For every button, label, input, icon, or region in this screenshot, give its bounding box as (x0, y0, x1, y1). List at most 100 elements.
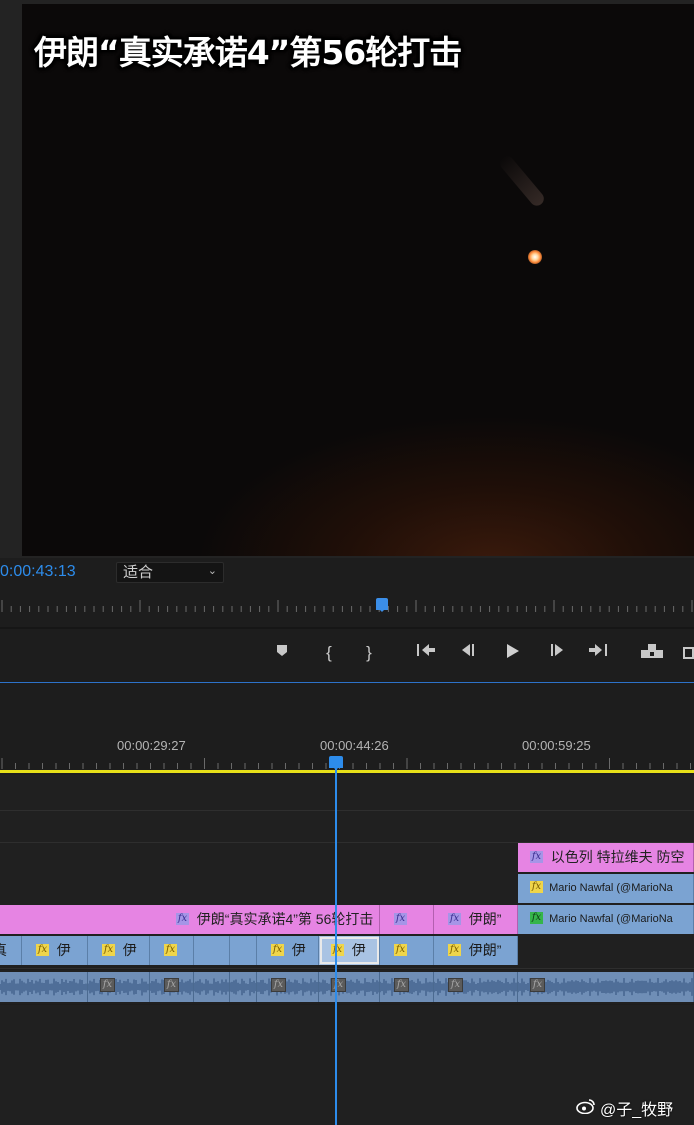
fx-badge-icon: fx (102, 944, 115, 957)
fx-badge-icon: fx (394, 978, 409, 992)
audio-clip[interactable]: fx (434, 972, 518, 1002)
step-forward-icon[interactable] (546, 642, 568, 664)
fx-badge-icon: fx (448, 978, 463, 992)
fx-badge-icon: fx (530, 912, 543, 925)
fx-badge-icon: fx (530, 881, 543, 894)
timeline-panel-border (0, 682, 694, 683)
fx-badge-icon: fx (331, 944, 344, 957)
audio-clip[interactable] (230, 972, 257, 1002)
fx-badge-icon: fx (530, 851, 543, 864)
clip-label: 伊朗” (468, 911, 502, 927)
audio-clip[interactable]: fx (257, 972, 319, 1002)
audio-clip[interactable]: fx (319, 972, 380, 1002)
fx-badge-icon: fx (331, 978, 346, 992)
timeline-playhead-handle[interactable] (329, 756, 343, 770)
ruler-timecode-label: 00:00:29:27 (117, 738, 186, 753)
fx-badge-icon: fx (448, 944, 461, 957)
fx-badge-icon: fx (271, 978, 286, 992)
audio-clip[interactable]: fx (518, 972, 694, 1002)
title-clip[interactable]: fx 以色列 特拉维夫 防空 (518, 843, 694, 872)
fx-badge-icon: fx (36, 944, 49, 957)
video-clip[interactable]: fx (150, 936, 194, 965)
go-to-out-icon[interactable] (586, 642, 610, 664)
clip-label: 伊 (291, 942, 306, 958)
clip-label: 伊 (122, 942, 137, 958)
clip-label: Mario Nawfal (@MarioNa (549, 882, 673, 894)
video-title-overlay: 伊朗“真实承诺4”第56轮打击 (34, 33, 462, 72)
fx-badge-icon: fx (394, 913, 407, 926)
title-clip[interactable]: fx (380, 905, 434, 934)
go-to-in-icon[interactable] (414, 642, 438, 664)
audio-waveform (319, 978, 379, 996)
audio-clip[interactable] (0, 972, 88, 1002)
playhead-timecode[interactable]: 0:00:43:13 (0, 563, 76, 581)
video-clip[interactable]: fx Mario Nawfal (@MarioNa (518, 905, 694, 934)
step-back-icon[interactable] (457, 642, 479, 664)
missile-flare (528, 250, 542, 264)
panel-divider (0, 627, 694, 629)
play-icon[interactable] (501, 642, 523, 664)
audio-waveform (0, 978, 87, 996)
fx-badge-icon: fx (164, 978, 179, 992)
track-row-empty (0, 775, 694, 811)
clip-label: 伊 (56, 942, 71, 958)
chevron-down-icon: ⌄ (207, 565, 217, 577)
video-preview[interactable] (22, 4, 694, 556)
fx-badge-icon: fx (176, 913, 189, 926)
marker-icon[interactable] (274, 642, 290, 664)
track-v1: 真 fx 伊 fx 伊 fx fx 伊 fx 伊 fx fx 伊朗” (0, 936, 694, 969)
audio-waveform (434, 978, 517, 996)
zoom-fit-select[interactable]: 适合 ⌄ (116, 562, 224, 583)
timeline-ruler[interactable] (0, 756, 694, 770)
audio-waveform (257, 978, 318, 996)
audio-waveform (230, 978, 256, 996)
video-clip[interactable]: fx 伊 (257, 936, 319, 965)
audio-clip[interactable]: fx (380, 972, 434, 1002)
audio-clip[interactable] (194, 972, 230, 1002)
ruler-timecode-label: 00:00:44:26 (320, 738, 389, 753)
video-clip-selected[interactable]: fx 伊 (319, 936, 380, 965)
audio-waveform (88, 978, 149, 996)
fx-badge-icon: fx (394, 944, 407, 957)
missile-trail (497, 153, 547, 209)
video-clip[interactable]: fx (380, 936, 434, 965)
clip-label: 伊朗“真实承诺4”第 56轮打击 (196, 911, 374, 927)
clip-label: 以色列 特拉维夫 防空 (550, 849, 685, 865)
title-clip[interactable]: fx 伊朗” (434, 905, 518, 934)
title-clip[interactable]: fx 伊朗“真实承诺4”第 56轮打击 (0, 905, 380, 934)
zoom-fit-value: 适合 (123, 564, 154, 581)
video-clip[interactable] (194, 936, 230, 965)
video-clip[interactable]: fx 伊 (22, 936, 88, 965)
audio-clip[interactable]: fx (150, 972, 194, 1002)
mark-in-icon[interactable]: { (322, 642, 336, 664)
video-clip[interactable]: fx 伊朗” (434, 936, 518, 965)
fx-badge-icon: fx (448, 913, 461, 926)
video-clip[interactable]: fx Mario Nawfal (@MarioNa (518, 874, 694, 903)
mark-out-icon[interactable]: } (362, 642, 376, 664)
track-row-empty (0, 811, 694, 843)
fx-badge-icon: fx (100, 978, 115, 992)
monitor-playhead[interactable] (376, 598, 388, 612)
track-v2: fx 伊朗“真实承诺4”第 56轮打击 fx fx 伊朗” fx Mario N… (0, 905, 694, 937)
audio-waveform (194, 978, 229, 996)
work-area-bar[interactable] (0, 770, 694, 773)
track-row-empty (0, 1005, 694, 1037)
track-row-empty (0, 1036, 694, 1068)
clip-label: 伊朗” (468, 942, 502, 958)
clip-label: Mario Nawfal (@MarioNa (549, 913, 673, 925)
watermark-text: @子_牧野 (600, 1102, 674, 1119)
timeline-playhead-line[interactable] (335, 768, 337, 1125)
clip-label: 真 (0, 936, 7, 965)
lift-icon[interactable] (638, 642, 666, 664)
monitor-mini-ruler[interactable] (0, 598, 694, 614)
extract-icon[interactable] (682, 642, 694, 664)
ruler-timecode-label: 00:00:59:25 (522, 738, 591, 753)
audio-clip[interactable]: fx (88, 972, 150, 1002)
track-v3: fx Mario Nawfal (@MarioNa (0, 874, 694, 906)
video-clip[interactable]: fx 伊 (88, 936, 150, 965)
video-clip[interactable] (230, 936, 257, 965)
video-clip[interactable]: 真 (0, 936, 22, 965)
fx-badge-icon: fx (530, 978, 545, 992)
track-v4: fx 以色列 特拉维夫 防空 (0, 843, 694, 875)
fx-badge-icon: fx (271, 944, 284, 957)
